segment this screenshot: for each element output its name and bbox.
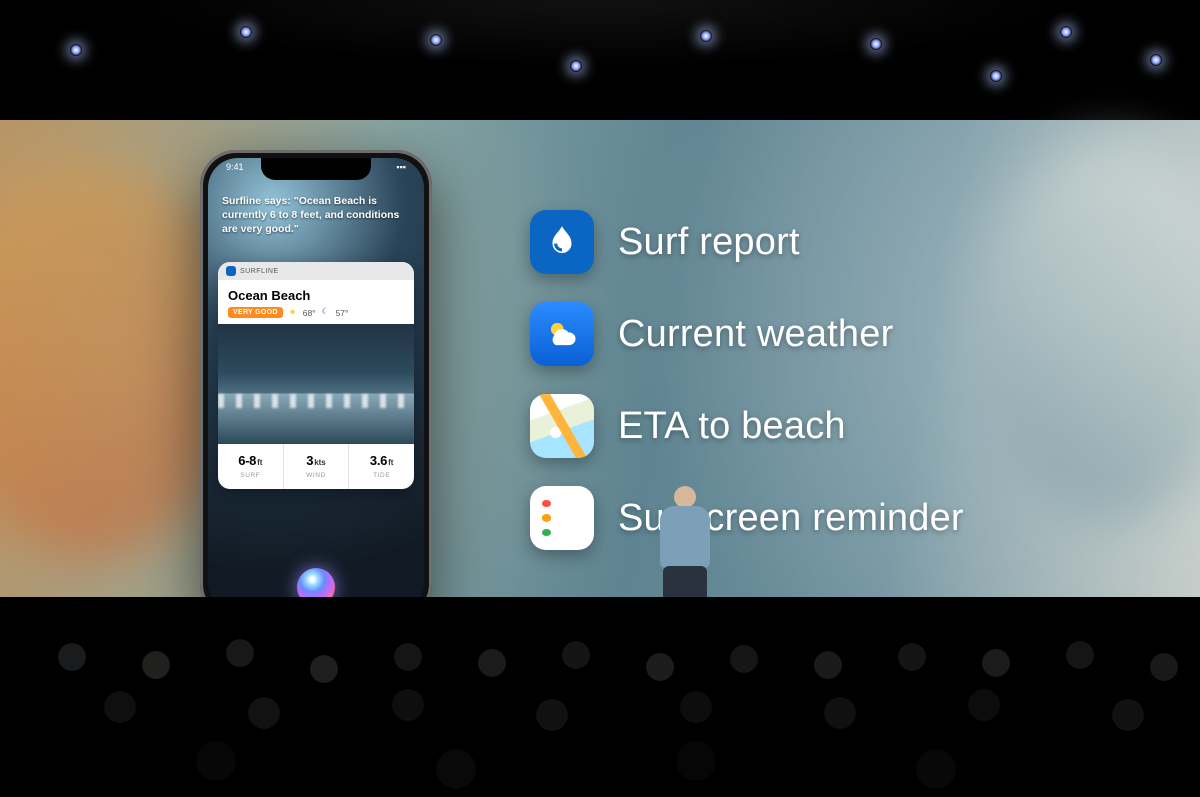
phone-notch [261, 158, 371, 180]
card-header: Ocean Beach VERY GOOD ☀ 68° ☾ 57° [218, 280, 414, 324]
reminder-dot-icon [542, 529, 551, 536]
reminder-dot-icon [542, 514, 551, 521]
sun-icon: ☀ [289, 307, 297, 318]
ceiling-light [1060, 26, 1072, 38]
stats-row: 6-8ft SURF 3kts WIND 3.6ft TIDE [218, 444, 414, 489]
card-meta-row: VERY GOOD ☀ 68° ☾ 57° [228, 307, 404, 318]
surfline-card: SURFLINE Ocean Beach VERY GOOD ☀ 68° ☾ 5… [218, 262, 414, 489]
feature-current-weather: Current weather [530, 302, 964, 366]
iphone-mockup: 9:41 ▪▪▪ Surfline says: "Ocean Beach is … [200, 150, 432, 620]
ceiling-light [1150, 54, 1162, 66]
status-time: 9:41 [226, 162, 244, 172]
surfline-app-icon [226, 266, 236, 276]
card-app-header: SURFLINE [218, 262, 414, 280]
maps-icon [530, 394, 594, 458]
feature-list: Surf report Current weather ETA to beach… [530, 210, 964, 550]
feature-label: ETA to beach [618, 405, 846, 448]
audience [0, 597, 1200, 797]
reminders-icon [530, 486, 594, 550]
temp-low: ☾ 57° [322, 307, 349, 318]
stat-label: WIND [286, 472, 347, 479]
temp-high: ☀ 68° [289, 307, 316, 318]
status-icons: ▪▪▪ [396, 162, 406, 172]
reminder-dot-icon [542, 500, 551, 507]
surf-photo [218, 324, 414, 444]
stat-label: TIDE [351, 472, 412, 479]
phone-screen: 9:41 ▪▪▪ Surfline says: "Ocean Beach is … [208, 158, 424, 612]
stat-surf: 6-8ft SURF [218, 444, 283, 489]
location-name: Ocean Beach [228, 288, 404, 303]
siri-response-text: Surfline says: "Ocean Beach is currently… [222, 194, 410, 237]
stat-wind: 3kts WIND [283, 444, 349, 489]
condition-badge: VERY GOOD [228, 307, 283, 318]
feature-eta-to-beach: ETA to beach [530, 394, 964, 458]
feature-label: Current weather [618, 313, 893, 356]
ceiling-light [700, 30, 712, 42]
ceiling [0, 0, 1200, 140]
ceiling-light [430, 34, 442, 46]
card-app-name: SURFLINE [240, 268, 279, 275]
feature-sunscreen-reminder: Sunscreen reminder [530, 486, 964, 550]
surfline-icon [530, 210, 594, 274]
ceiling-light [240, 26, 252, 38]
feature-label: Surf report [618, 221, 800, 264]
ceiling-light [990, 70, 1002, 82]
stat-tide: 3.6ft TIDE [348, 444, 414, 489]
ceiling-light [570, 60, 582, 72]
ceiling-light [70, 44, 82, 56]
stat-label: SURF [220, 472, 281, 479]
moon-icon: ☾ [322, 306, 330, 317]
ceiling-light [870, 38, 882, 50]
weather-icon [530, 302, 594, 366]
feature-surf-report: Surf report [530, 210, 964, 274]
